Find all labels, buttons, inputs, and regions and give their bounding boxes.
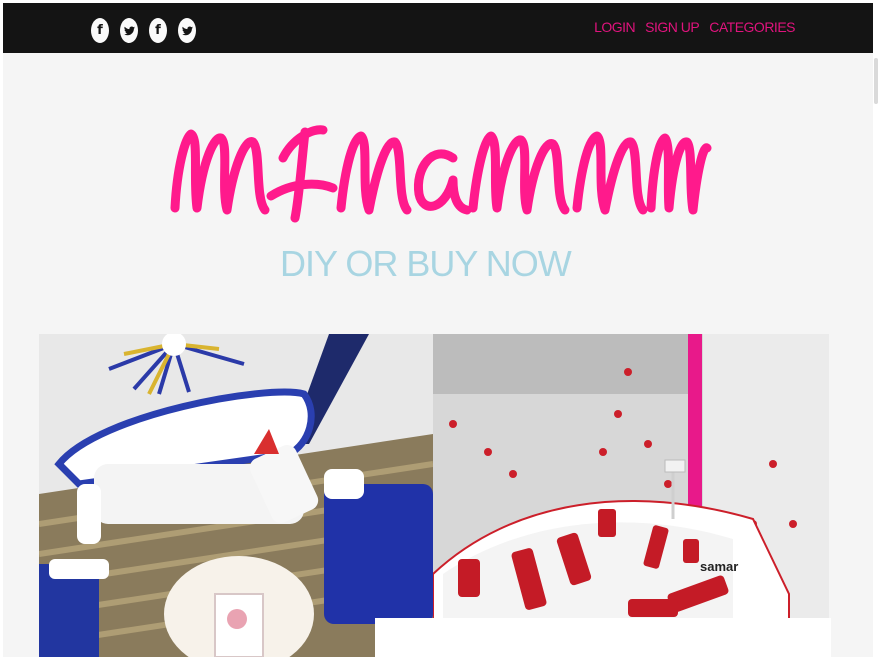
content-card [375,618,831,657]
login-link[interactable]: LOGIN [594,19,636,35]
page: f f LOGIN SIGN UP CATEGORIES DIY OR BUY … [3,3,873,657]
top-nav: LOGIN SIGN UP CATEGORIES [594,19,795,35]
scrollbar-thumb[interactable] [874,58,878,104]
hero-photo-left[interactable] [39,334,433,657]
hero-photo-right[interactable] [433,334,829,619]
facebook-icon[interactable]: f [149,18,167,43]
twitter-icon[interactable] [120,18,138,43]
social-links: f f [91,18,196,43]
top-bar: f f LOGIN SIGN UP CATEGORIES [3,3,873,53]
facebook-icon[interactable]: f [91,18,109,43]
tagline: DIY OR BUY NOW [280,243,572,284]
twitter-icon[interactable] [178,18,196,43]
categories-link[interactable]: CATEGORIES [709,19,795,35]
photo-caption: samar [700,559,739,574]
signup-link[interactable]: SIGN UP [645,19,700,35]
